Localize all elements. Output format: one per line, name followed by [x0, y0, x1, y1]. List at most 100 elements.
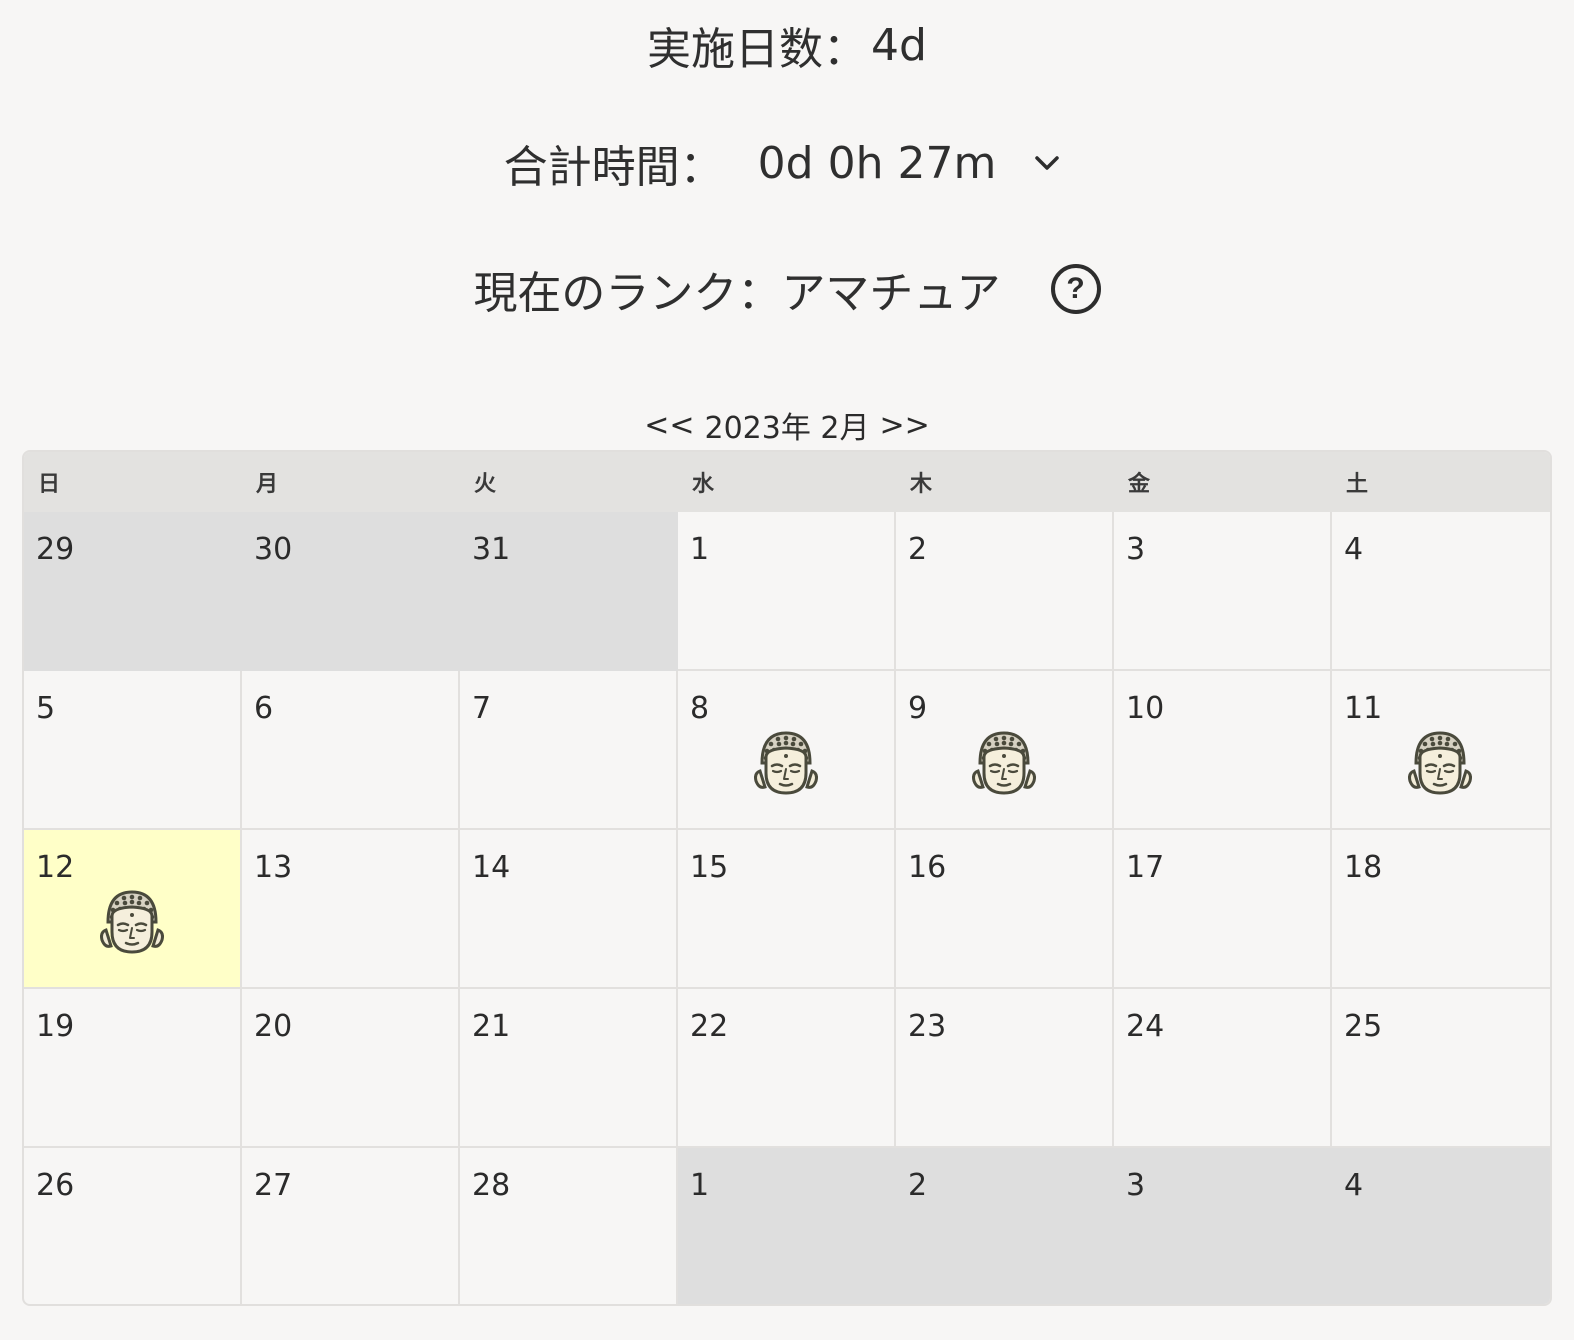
- day-number: 1: [690, 532, 710, 567]
- weekday-wed: 水: [692, 472, 715, 497]
- calendar-day[interactable]: 8: [678, 671, 896, 830]
- calendar-day[interactable]: 10: [1114, 671, 1332, 830]
- calendar-day[interactable]: 26: [24, 1148, 242, 1304]
- day-number: 9: [908, 691, 928, 726]
- calendar-day[interactable]: 14: [460, 830, 678, 989]
- day-number: 18: [1344, 850, 1383, 885]
- weekday-tue: 火: [474, 472, 497, 497]
- day-number: 28: [472, 1168, 511, 1203]
- calendar-day[interactable]: 19: [24, 989, 242, 1148]
- calendar-day[interactable]: 21: [460, 989, 678, 1148]
- month-navigation: << 2023年 2月 >>: [0, 402, 1574, 448]
- day-number: 10: [1126, 691, 1165, 726]
- day-number: 24: [1126, 1009, 1165, 1044]
- day-number: 12: [36, 850, 75, 885]
- calendar-day-outside[interactable]: 31: [460, 512, 678, 671]
- calendar-day-outside[interactable]: 29: [24, 512, 242, 671]
- day-number: 13: [254, 850, 293, 885]
- calendar-day-outside[interactable]: 3: [1114, 1148, 1332, 1304]
- calendar-day[interactable]: 16: [896, 830, 1114, 989]
- day-number: 26: [36, 1168, 75, 1203]
- day-number: 3: [1126, 532, 1146, 567]
- prev-month-button[interactable]: <<: [644, 408, 694, 443]
- total-time-stat: 合計時間： 0d 0h 27m: [0, 132, 1574, 194]
- calendar-day[interactable]: 22: [678, 989, 896, 1148]
- day-number: 5: [36, 691, 56, 726]
- practice-days-value: 4d: [871, 19, 927, 71]
- day-number: 4: [1344, 1168, 1364, 1203]
- day-number: 30: [254, 532, 293, 567]
- practice-days-label: 実施日数：: [647, 24, 868, 75]
- calendar-day[interactable]: 18: [1332, 830, 1550, 989]
- day-number: 27: [254, 1168, 293, 1203]
- weekday-fri: 金: [1128, 472, 1151, 497]
- day-number: 16: [908, 850, 947, 885]
- day-number: 8: [690, 691, 710, 726]
- buddha-face-icon: [754, 729, 818, 797]
- calendar-day[interactable]: 25: [1332, 989, 1550, 1148]
- day-number: 29: [36, 532, 75, 567]
- day-number: 31: [472, 532, 511, 567]
- calendar-day[interactable]: 28: [460, 1148, 678, 1304]
- calendar-day[interactable]: 5: [24, 671, 242, 830]
- day-number: 20: [254, 1009, 293, 1044]
- calendar-day-outside[interactable]: 4: [1332, 1148, 1550, 1304]
- calendar-day[interactable]: 17: [1114, 830, 1332, 989]
- calendar-day[interactable]: 24: [1114, 989, 1332, 1148]
- day-number: 15: [690, 850, 729, 885]
- day-number: 3: [1126, 1168, 1146, 1203]
- calendar-grid: 日 月 火 水 木 金 土 29 30 31 1 2 3 4 5 6 7 8 9 10 11 12 13 14 1…: [22, 450, 1552, 1306]
- weekday-mon: 月: [256, 472, 279, 497]
- day-number: 23: [908, 1009, 947, 1044]
- day-number: 1: [690, 1168, 710, 1203]
- weekday-sun: 日: [38, 472, 61, 497]
- calendar-day[interactable]: 3: [1114, 512, 1332, 671]
- weekday-header: 日 月 火 水 木 金 土: [24, 452, 1550, 512]
- rank-label: 現在のランク：: [473, 268, 782, 319]
- day-number: 19: [36, 1009, 75, 1044]
- next-month-button[interactable]: >>: [879, 408, 929, 443]
- rank-stat: 現在のランク： アマチュア ?: [0, 258, 1574, 320]
- chevron-down-icon[interactable]: [1024, 140, 1070, 186]
- calendar-day[interactable]: 2: [896, 512, 1114, 671]
- day-number: 14: [472, 850, 511, 885]
- practice-days-stat: 実施日数： 4d: [0, 14, 1574, 76]
- calendar-day[interactable]: 6: [242, 671, 460, 830]
- calendar-day[interactable]: 20: [242, 989, 460, 1148]
- calendar-day[interactable]: 9: [896, 671, 1114, 830]
- buddha-face-icon: [972, 729, 1036, 797]
- calendar-day[interactable]: 15: [678, 830, 896, 989]
- day-number: 2: [908, 532, 928, 567]
- weekday-sat: 土: [1346, 472, 1369, 497]
- weekday-thu: 木: [910, 472, 933, 497]
- calendar-day[interactable]: 11: [1332, 671, 1550, 830]
- day-number: 11: [1344, 691, 1383, 726]
- calendar-day[interactable]: 13: [242, 830, 460, 989]
- total-time-label: 合計時間：: [503, 142, 724, 193]
- total-time-value: 0d 0h 27m: [757, 137, 997, 189]
- calendar-day[interactable]: 1: [678, 512, 896, 671]
- help-symbol: ?: [1066, 272, 1085, 305]
- calendar-day[interactable]: 27: [242, 1148, 460, 1304]
- day-number: 6: [254, 691, 274, 726]
- day-number: 17: [1126, 850, 1165, 885]
- calendar-day[interactable]: 23: [896, 989, 1114, 1148]
- calendar-day-today[interactable]: 12: [24, 830, 242, 989]
- help-icon[interactable]: ?: [1050, 264, 1101, 314]
- day-number: 21: [472, 1009, 511, 1044]
- buddha-face-icon: [1408, 729, 1472, 797]
- calendar-day-outside[interactable]: 30: [242, 512, 460, 671]
- calendar-days: 29 30 31 1 2 3 4 5 6 7 8 9 10 11 12 13 14 15 16 17 18 19 20 21 2…: [24, 512, 1550, 1304]
- calendar-day-outside[interactable]: 1: [678, 1148, 896, 1304]
- day-number: 25: [1344, 1009, 1383, 1044]
- day-number: 4: [1344, 532, 1364, 567]
- rank-value: アマチュア: [781, 268, 1001, 319]
- buddha-face-icon: [100, 888, 164, 956]
- day-number: 7: [472, 691, 492, 726]
- day-number: 22: [690, 1009, 729, 1044]
- month-title: 2023年 2月: [704, 411, 870, 446]
- calendar-day[interactable]: 7: [460, 671, 678, 830]
- calendar-day-outside[interactable]: 2: [896, 1148, 1114, 1304]
- calendar-day[interactable]: 4: [1332, 512, 1550, 671]
- day-number: 2: [908, 1168, 928, 1203]
